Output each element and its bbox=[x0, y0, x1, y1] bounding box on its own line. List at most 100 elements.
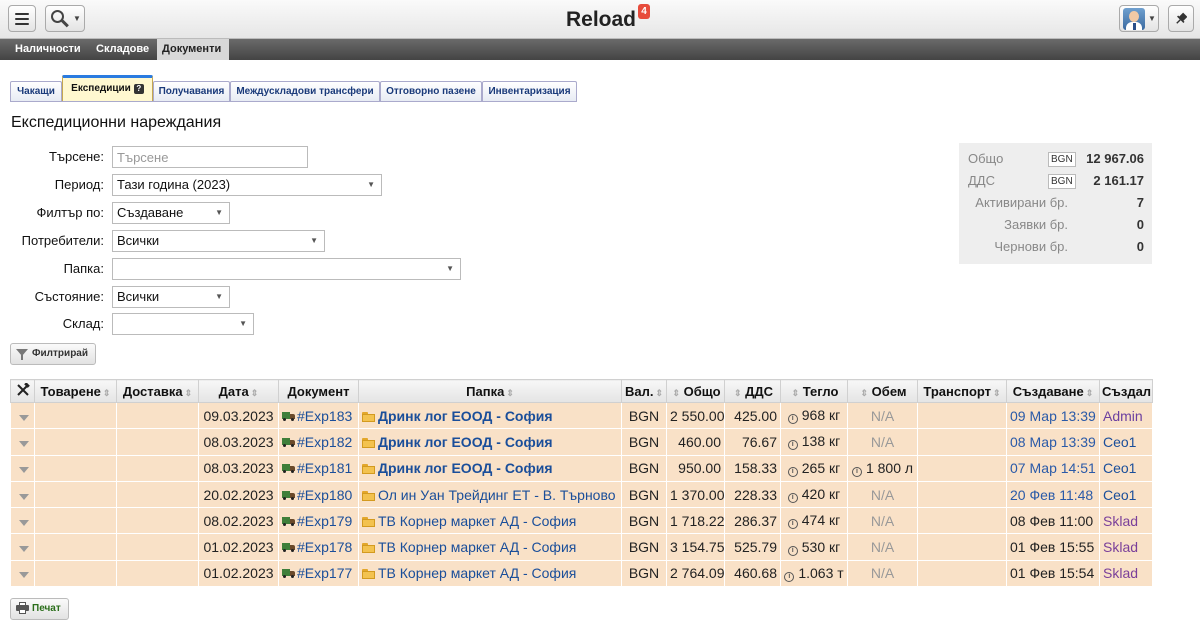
folder-cell[interactable]: Дринк лог ЕООД - София bbox=[358, 428, 622, 456]
col-created[interactable]: Създаване ⇕ bbox=[1006, 379, 1100, 403]
document-link[interactable]: #Exp179 bbox=[297, 513, 352, 529]
folder-link[interactable]: ТВ Корнер маркет АД - София bbox=[378, 565, 576, 581]
folder-cell[interactable]: ТВ Корнер маркет АД - София bbox=[358, 533, 622, 561]
folder-link[interactable]: ТВ Корнер маркет АД - София bbox=[378, 539, 576, 555]
col-vat[interactable]: ⇕ ДДС bbox=[724, 379, 781, 403]
search-input[interactable] bbox=[112, 146, 308, 168]
search-button[interactable]: ▼ bbox=[45, 5, 85, 32]
created-by-cell[interactable]: Ceo1 bbox=[1099, 480, 1153, 509]
col-volume[interactable]: ⇕ Обем bbox=[847, 379, 918, 403]
created-by-cell[interactable]: Ceo1 bbox=[1099, 428, 1153, 456]
row-menu-icon[interactable] bbox=[19, 519, 29, 526]
table-row[interactable]: 09.03.2023 #Exp183 Дринк лог ЕООД - София B… bbox=[10, 401, 1153, 430]
info-icon[interactable]: i bbox=[784, 571, 795, 582]
row-menu-cell[interactable] bbox=[10, 401, 35, 430]
store-select[interactable]: ▼ bbox=[112, 313, 254, 335]
col-total[interactable]: ⇕ Общо bbox=[666, 379, 725, 403]
filter-by-select[interactable]: Създаване ▼ bbox=[112, 202, 230, 224]
created-by-cell[interactable]: Ceo1 bbox=[1099, 454, 1153, 482]
info-icon[interactable]: i bbox=[787, 545, 798, 556]
document-link[interactable]: #Exp178 bbox=[297, 539, 352, 555]
info-icon[interactable]: i bbox=[851, 466, 862, 477]
document-link[interactable]: #Exp177 bbox=[297, 565, 352, 581]
folder-cell[interactable]: ТВ Корнер маркет АД - София bbox=[358, 507, 622, 535]
folder-cell[interactable]: Дринк лог ЕООД - София bbox=[358, 401, 622, 430]
tab-receipts[interactable]: Получавания bbox=[153, 81, 230, 102]
tools-header[interactable] bbox=[10, 379, 35, 403]
document-cell[interactable]: #Exp182 bbox=[278, 428, 359, 456]
table-row[interactable]: 01.02.2023 #Exp177 ТВ Корнер маркет АД - С… bbox=[10, 559, 1153, 588]
folder-cell[interactable]: ТВ Корнер маркет АД - София bbox=[358, 559, 622, 588]
document-cell[interactable]: #Exp178 bbox=[278, 533, 359, 561]
user-menu-button[interactable]: ▼ bbox=[1119, 5, 1159, 32]
document-cell[interactable]: #Exp179 bbox=[278, 507, 359, 535]
filter-button[interactable]: Филтрирай bbox=[10, 343, 97, 365]
info-icon[interactable]: i bbox=[787, 519, 798, 530]
table-row[interactable]: 01.02.2023 #Exp178 ТВ Корнер маркет АД - С… bbox=[10, 533, 1153, 561]
tab-dispatches[interactable]: Експедиции? bbox=[62, 75, 153, 102]
print-button[interactable]: Печат bbox=[10, 598, 69, 620]
table-row[interactable]: 08.02.2023 #Exp179 ТВ Корнер маркет АД - С… bbox=[10, 507, 1153, 535]
col-loading[interactable]: Товарене ⇕ bbox=[34, 379, 117, 403]
module-inventory[interactable]: Наличности bbox=[10, 39, 86, 60]
folder-link[interactable]: ТВ Корнер маркет АД - София bbox=[378, 513, 576, 529]
info-icon[interactable]: i bbox=[787, 414, 798, 425]
col-transport[interactable]: Транспорт ⇕ bbox=[917, 379, 1007, 403]
col-weight[interactable]: ⇕ Тегло bbox=[780, 379, 848, 403]
notification-badge[interactable]: 4 bbox=[638, 4, 650, 19]
document-cell[interactable]: #Exp180 bbox=[278, 480, 359, 509]
info-icon[interactable]: i bbox=[787, 466, 798, 477]
document-cell[interactable]: #Exp183 bbox=[278, 401, 359, 430]
col-folder[interactable]: Папка ⇕ bbox=[358, 379, 622, 403]
folder-link[interactable]: Ол ин Уан Трейдинг ЕТ - В. Търново bbox=[378, 487, 616, 503]
col-date[interactable]: Дата ⇕ bbox=[198, 379, 279, 403]
period-select[interactable]: Тази година (2023) ▼ bbox=[112, 174, 382, 196]
info-icon[interactable]: i bbox=[787, 493, 798, 504]
document-link[interactable]: #Exp180 bbox=[297, 487, 352, 503]
document-link[interactable]: #Exp181 bbox=[297, 460, 352, 476]
document-cell[interactable]: #Exp181 bbox=[278, 454, 359, 482]
row-menu-cell[interactable] bbox=[10, 533, 35, 561]
table-row[interactable]: 08.03.2023 #Exp181 Дринк лог ЕООД - София B… bbox=[10, 454, 1153, 482]
help-icon[interactable]: ? bbox=[133, 84, 144, 94]
folder-select[interactable]: ▼ bbox=[112, 258, 461, 280]
folder-link[interactable]: Дринк лог ЕООД - София bbox=[378, 460, 553, 476]
row-menu-icon[interactable] bbox=[19, 493, 29, 500]
folder-link[interactable]: Дринк лог ЕООД - София bbox=[378, 408, 553, 424]
tab-inventory[interactable]: Инвентаризация bbox=[482, 81, 577, 102]
row-menu-icon[interactable] bbox=[19, 467, 29, 474]
table-row[interactable]: 08.03.2023 #Exp182 Дринк лог ЕООД - София B… bbox=[10, 428, 1153, 456]
row-menu-icon[interactable] bbox=[19, 440, 29, 447]
info-icon[interactable]: i bbox=[787, 440, 798, 451]
folder-link[interactable]: Дринк лог ЕООД - София bbox=[378, 434, 553, 450]
row-menu-icon[interactable] bbox=[19, 414, 29, 421]
row-menu-cell[interactable] bbox=[10, 454, 35, 482]
col-delivery[interactable]: Доставка ⇕ bbox=[116, 379, 199, 403]
module-warehouses[interactable]: Складове bbox=[91, 39, 154, 60]
document-link[interactable]: #Exp182 bbox=[297, 434, 352, 450]
document-cell[interactable]: #Exp177 bbox=[278, 559, 359, 588]
pin-button[interactable] bbox=[1168, 5, 1194, 32]
menu-button[interactable] bbox=[8, 5, 36, 32]
row-menu-cell[interactable] bbox=[10, 559, 35, 588]
tab-custody[interactable]: Отговорно пазене bbox=[380, 81, 482, 102]
tab-pending[interactable]: Чакащи bbox=[10, 81, 62, 102]
state-select[interactable]: Всички ▼ bbox=[112, 286, 230, 308]
row-menu-cell[interactable] bbox=[10, 428, 35, 456]
module-documents[interactable]: Документи bbox=[157, 39, 229, 60]
folder-cell[interactable]: Ол ин Уан Трейдинг ЕТ - В. Търново bbox=[358, 480, 622, 509]
row-menu-icon[interactable] bbox=[19, 572, 29, 579]
created-by-cell[interactable]: Sklad bbox=[1099, 507, 1153, 535]
created-by-cell[interactable]: Admin bbox=[1099, 401, 1153, 430]
document-link[interactable]: #Exp183 bbox=[297, 408, 352, 424]
col-currency[interactable]: Вал. ⇕ bbox=[621, 379, 667, 403]
users-select[interactable]: Всички ▼ bbox=[112, 230, 325, 252]
created-by-cell[interactable]: Sklad bbox=[1099, 533, 1153, 561]
row-menu-icon[interactable] bbox=[19, 546, 29, 553]
row-menu-cell[interactable] bbox=[10, 480, 35, 509]
folder-cell[interactable]: Дринк лог ЕООД - София bbox=[358, 454, 622, 482]
row-menu-cell[interactable] bbox=[10, 507, 35, 535]
tab-transfers[interactable]: Междускладови трансфери bbox=[230, 81, 380, 102]
table-row[interactable]: 20.02.2023 #Exp180 Ол ин Уан Трейдинг ЕТ -… bbox=[10, 480, 1153, 509]
created-by-cell[interactable]: Sklad bbox=[1099, 559, 1153, 588]
